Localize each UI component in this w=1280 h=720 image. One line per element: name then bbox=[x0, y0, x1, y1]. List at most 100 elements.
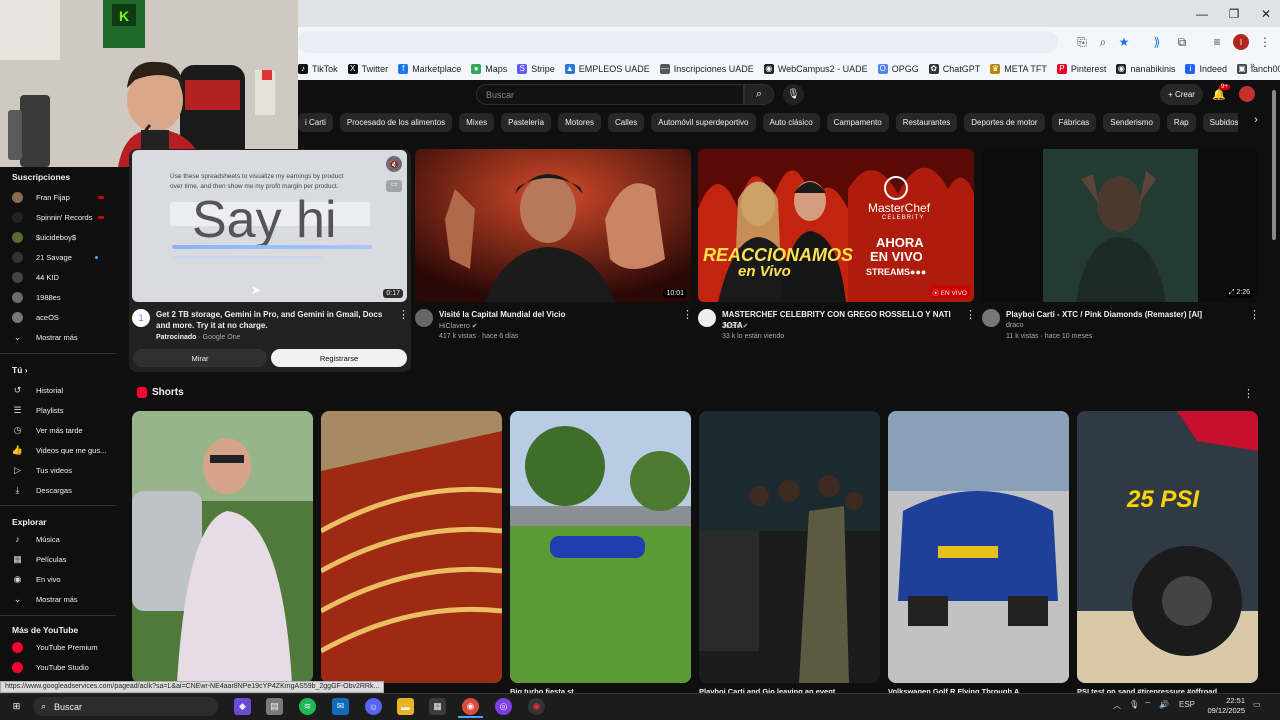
search-input[interactable]: Buscar bbox=[476, 84, 744, 105]
bookmark-item[interactable]: S Stripe bbox=[517, 63, 555, 74]
language-indicator[interactable]: ESP bbox=[1179, 700, 1195, 709]
sidebar-item-subscription[interactable]: 21 Savage bbox=[12, 249, 108, 265]
chip[interactable]: i Carti bbox=[298, 112, 333, 132]
profile-icon[interactable]: I bbox=[1233, 34, 1249, 50]
channel-avatar[interactable] bbox=[698, 309, 716, 327]
bookmark-item[interactable]: ♛ META TFT bbox=[990, 63, 1047, 74]
store-icon[interactable]: ▦ bbox=[429, 698, 446, 715]
you-heading[interactable]: Tú › bbox=[12, 365, 28, 375]
sidebar-item-chevron-down[interactable]: ⌄ Mostrar más bbox=[12, 591, 108, 607]
outlook-icon[interactable]: ✉ bbox=[332, 698, 349, 715]
bookmarks-overflow-icon[interactable]: » bbox=[1250, 60, 1255, 70]
sidebar-item-subscription[interactable]: 44 KID bbox=[12, 269, 108, 285]
short-thumbnail[interactable] bbox=[321, 411, 502, 683]
shorts-menu-icon[interactable]: ⋮ bbox=[1243, 387, 1254, 400]
bookmark-item[interactable]: X Twitter bbox=[347, 63, 388, 74]
spotify-icon[interactable]: ≋ bbox=[299, 698, 316, 715]
chip[interactable]: Rap bbox=[1166, 112, 1196, 132]
sidebar-item-download[interactable]: ⤓ Descargas bbox=[12, 482, 108, 498]
volume-icon[interactable]: 🔊 bbox=[1159, 700, 1169, 709]
sidebar-item-subscription[interactable]: Spinnin' Records bbox=[12, 209, 108, 225]
folder-icon[interactable]: ▬ bbox=[397, 698, 414, 715]
tab-search-icon[interactable]: ≡ bbox=[1209, 34, 1225, 50]
video-thumbnail[interactable]: REACCIONAMOS en Vivo MasterChef CELEBRIT… bbox=[698, 149, 974, 302]
avatar[interactable] bbox=[1239, 86, 1255, 102]
video-title[interactable]: MASTERCHEF CELEBRITY CON GREGO ROSSELLO … bbox=[722, 309, 962, 331]
cast-icon[interactable]: ⎘ bbox=[1074, 34, 1090, 50]
video-title[interactable]: Visité la Capital Mundial del Vicio bbox=[439, 309, 679, 320]
mic-tray-icon[interactable]: 🎙 bbox=[1129, 700, 1139, 709]
bookmark-item[interactable]: f Marketplace bbox=[398, 63, 461, 74]
short-thumbnail[interactable] bbox=[888, 411, 1069, 683]
chip[interactable]: Campamento bbox=[826, 112, 889, 132]
bookmark-item[interactable]: O OPGG bbox=[877, 63, 919, 74]
channel-name[interactable]: Telefe ✔ bbox=[722, 322, 749, 330]
video-menu-icon[interactable]: ⋮ bbox=[682, 308, 693, 321]
bookmark-item[interactable]: P Pinterest bbox=[1056, 63, 1106, 74]
chip[interactable]: Senderismo bbox=[1103, 112, 1160, 132]
wifi-icon[interactable]: ⌔ bbox=[1144, 700, 1152, 710]
chip[interactable]: Subidos recientemente bbox=[1202, 112, 1238, 132]
chip[interactable]: Restaurantes bbox=[895, 112, 958, 132]
chevron-right-icon[interactable]: › bbox=[1248, 114, 1264, 130]
sidebar-item-subscription[interactable]: 1988es bbox=[12, 289, 108, 305]
channel-name[interactable]: draco bbox=[1006, 322, 1024, 329]
mute-icon[interactable]: 🔇 bbox=[386, 156, 402, 172]
captions-icon[interactable]: ▭ bbox=[386, 180, 402, 192]
files-icon[interactable]: ▤ bbox=[266, 698, 283, 715]
omnibox[interactable] bbox=[298, 31, 1058, 53]
more-youtube-heading[interactable]: Más de YouTube bbox=[12, 625, 78, 635]
short-thumbnail[interactable] bbox=[699, 411, 880, 683]
sidebar-item-history[interactable]: ↺ Historial bbox=[12, 382, 108, 398]
sidebar-item-music[interactable]: ♪ Música bbox=[12, 531, 108, 547]
menu-kebab-icon[interactable]: ⋮ bbox=[1257, 34, 1273, 50]
maximize-icon[interactable]: ❐ bbox=[1218, 0, 1250, 27]
ad-title[interactable]: Get 2 TB storage, Gemini in Pro, and Gem… bbox=[156, 309, 396, 331]
chip[interactable]: Procesado de los alimentos bbox=[339, 112, 453, 132]
notification-center-icon[interactable]: ▭ bbox=[1253, 700, 1261, 709]
tray-chevron-icon[interactable]: ︿ bbox=[1113, 700, 1121, 711]
chip[interactable]: Pastelería bbox=[501, 112, 552, 132]
extension-icon[interactable]: ⟫ bbox=[1149, 34, 1165, 50]
channel-avatar[interactable] bbox=[982, 309, 1000, 327]
video-thumbnail[interactable]: 10:01 bbox=[415, 149, 691, 302]
windows-start-icon[interactable]: ⊞ bbox=[8, 698, 25, 715]
sidebar-item-show-more[interactable]: ⌄ Mostrar más bbox=[12, 329, 108, 345]
zoom-icon[interactable]: ⌕ bbox=[1095, 34, 1111, 50]
sidebar-item-subscription[interactable]: $uicideboy$ bbox=[12, 229, 108, 245]
sidebar-item-video[interactable]: ▷ Tus videos bbox=[12, 462, 108, 478]
obs-icon[interactable]: ◎ bbox=[495, 698, 512, 715]
taskbar-search[interactable]: ⌕ Buscar bbox=[33, 697, 218, 716]
sidebar-item-clock[interactable]: ◷ Ver más tarde bbox=[12, 422, 108, 438]
create-button[interactable]: + Crear bbox=[1160, 84, 1203, 105]
puzzle-icon[interactable]: ⧉ bbox=[1174, 34, 1190, 50]
sidebar-item-subscription[interactable]: Fran Fijap bbox=[12, 189, 108, 205]
minimize-icon[interactable]: — bbox=[1186, 0, 1218, 27]
bookmark-item[interactable]: ◉ nanabikinis bbox=[1116, 63, 1175, 74]
discord-icon[interactable]: ☺ bbox=[365, 698, 382, 715]
video-thumbnail[interactable]: ⤢ 2:26 bbox=[981, 149, 1257, 302]
sidebar-item-live[interactable]: ◉ En vivo bbox=[12, 571, 108, 587]
copilot-icon[interactable]: ◆ bbox=[234, 698, 251, 715]
mic-icon[interactable]: 🎙 bbox=[783, 84, 804, 105]
google-one-icon[interactable]: 1 bbox=[132, 309, 150, 327]
video-title[interactable]: Playboi Carti - XTC / Pink Diamonds (Rem… bbox=[1006, 309, 1246, 320]
watch-button[interactable]: Mirar bbox=[133, 349, 267, 367]
sidebar-item-subscription[interactable]: aceOS bbox=[12, 309, 108, 325]
ad-menu-icon[interactable]: ⋮ bbox=[398, 308, 409, 321]
sidebar-item-youtube-product[interactable]: YouTube Studio bbox=[12, 659, 108, 675]
video-menu-icon[interactable]: ⋮ bbox=[1249, 308, 1260, 321]
bookmark-item[interactable]: i Indeed bbox=[1185, 63, 1227, 74]
sidebar-item-film[interactable]: ▦ Películas bbox=[12, 551, 108, 567]
bookmark-item[interactable]: ▣lanch00 Stats bbox=[1236, 63, 1280, 74]
chip[interactable]: Motores bbox=[558, 112, 601, 132]
bookmark-item[interactable]: ● Maps bbox=[471, 63, 507, 74]
sidebar-item-playlist[interactable]: ☰ Playlists bbox=[12, 402, 108, 418]
chip[interactable]: Mixes bbox=[459, 112, 495, 132]
close-icon[interactable]: ✕ bbox=[1250, 0, 1280, 27]
bookmark-item[interactable]: ▲ EMPLEOS UADE bbox=[564, 63, 650, 74]
subscriptions-heading[interactable]: Suscripciones bbox=[12, 172, 70, 182]
chip[interactable]: Automóvil superdeportivo bbox=[651, 112, 756, 132]
channel-name[interactable]: HiClavero ✔ bbox=[439, 322, 478, 330]
short-thumbnail[interactable] bbox=[510, 411, 691, 683]
